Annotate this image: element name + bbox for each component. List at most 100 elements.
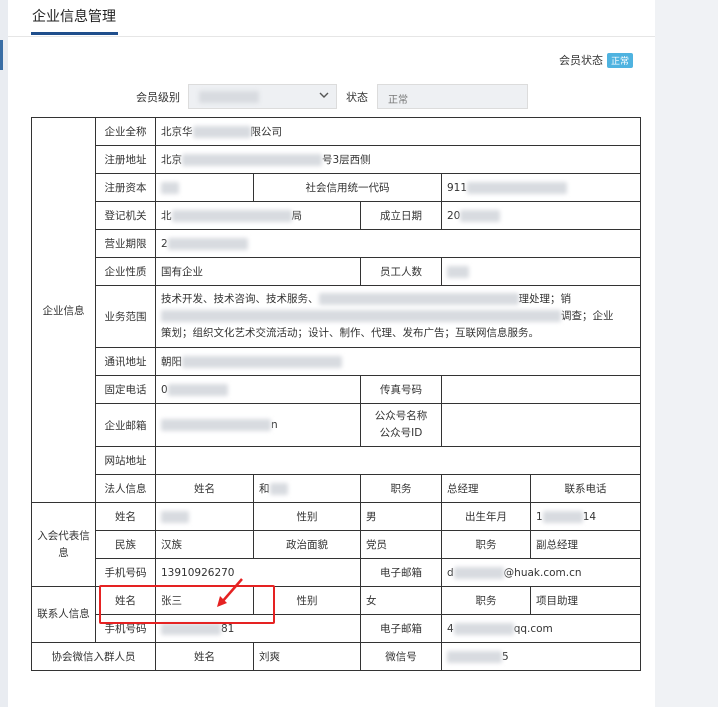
contact-title: 项目助理 xyxy=(529,586,642,615)
cell-label: 业务范围 xyxy=(95,285,156,348)
company-credit-code: 911 xyxy=(440,173,642,202)
cell-label: 通讯地址 xyxy=(95,347,156,376)
tab-bar: 企业信息管理 xyxy=(8,0,655,37)
chevron-down-icon xyxy=(318,88,330,105)
cell-label: 民族 xyxy=(95,530,156,559)
table-row: 民族 汉族 政治面貌 党员 职务 副总经理 xyxy=(32,530,642,559)
highlight-box xyxy=(99,585,275,624)
cell-label: 手机号码 xyxy=(95,558,156,587)
cell-label: 性别 xyxy=(253,502,361,531)
section-label-contact: 联系人信息 xyxy=(31,586,96,643)
cell-label: 职务 xyxy=(441,530,531,559)
rep-mobile: 13910926270 xyxy=(155,558,361,587)
section-label-company: 企业信息 xyxy=(31,117,96,503)
cell-label: 固定电话 xyxy=(95,375,156,404)
rep-political: 党员 xyxy=(360,530,442,559)
cell-label: 企业性质 xyxy=(95,257,156,286)
right-background xyxy=(655,0,718,707)
company-term: 2 xyxy=(154,229,642,258)
wechat-id: 5 xyxy=(440,642,642,671)
company-founded: 20 xyxy=(440,201,642,230)
member-level-label: 会员级别 xyxy=(136,91,180,104)
cell-label: 成立日期 xyxy=(360,201,442,230)
company-scope: 技术开发、技术咨询、技术服务、 理处理；销 调查；企业 策划；组织文化艺术交流活动… xyxy=(154,285,642,348)
company-capital xyxy=(155,173,254,202)
rep-title: 副总经理 xyxy=(529,530,642,559)
table-row: 企业性质 国有企业 员工人数 xyxy=(32,257,642,286)
state-label: 状态 xyxy=(346,91,368,104)
rep-ethnic: 汉族 xyxy=(155,530,254,559)
company-fax xyxy=(440,375,642,404)
table-row: 企业信息 企业全称 北京华 限公司 xyxy=(31,117,642,503)
cell-label: 姓名 xyxy=(155,474,254,503)
cell-label: 传真号码 xyxy=(360,375,442,404)
cell-label: 电子邮箱 xyxy=(360,558,442,587)
table-row: 营业期限 2 xyxy=(32,229,642,258)
company-wechat-public xyxy=(440,403,642,447)
sidebar-active-marker xyxy=(0,40,3,70)
section-label-wechat: 协会微信入群人员 xyxy=(31,642,156,671)
cell-label: 登记机关 xyxy=(95,201,156,230)
company-authority: 北局 xyxy=(155,201,361,230)
section-label-rep: 入会代表信息 xyxy=(31,502,96,587)
cell-label: 姓名 xyxy=(95,502,156,531)
contact-email: 4 qq.com xyxy=(440,614,642,643)
cell-label: 企业全称 xyxy=(95,117,156,146)
state-value: 正常 xyxy=(388,95,408,106)
company-staff xyxy=(440,257,642,286)
member-level-select[interactable] xyxy=(188,84,337,109)
member-status: 会员状态 正常 xyxy=(559,52,633,68)
main-panel: 企业信息管理 会员状态 正常 会员级别 状态 正常 企业信息 企业全称 北京华限… xyxy=(8,0,655,707)
company-mail-address: 朝阳 xyxy=(154,347,642,376)
rep-name xyxy=(155,502,254,531)
tab-active-underline xyxy=(31,32,118,35)
cell-label: 注册资本 xyxy=(95,173,156,202)
company-website xyxy=(154,446,642,475)
cell-label: 电子邮箱 xyxy=(360,614,442,643)
table-row: 固定电话 0 传真号码 xyxy=(32,375,642,404)
company-phone: 0 xyxy=(155,375,361,404)
state-field[interactable]: 正常 xyxy=(377,84,528,109)
wechat-name: 刘爽 xyxy=(253,642,361,671)
table-row: 网站地址 xyxy=(32,446,642,475)
contact-gender: 女 xyxy=(360,586,442,615)
rep-email: d @huak.com.cn xyxy=(440,558,642,587)
table-row: 注册地址 北京 号3层西侧 xyxy=(32,145,642,174)
cell-label: 出生年月 xyxy=(441,502,531,531)
annotation-arrow-icon xyxy=(217,578,243,607)
cell-label: 职务 xyxy=(441,586,531,615)
table-row: 登记机关 北局 成立日期 20 xyxy=(32,201,642,230)
filter-row: 会员级别 状态 正常 xyxy=(8,83,655,109)
legal-title: 总经理 xyxy=(441,474,531,503)
cell-label: 网站地址 xyxy=(95,446,156,475)
cell-label: 联系电话 xyxy=(529,474,642,503)
tab-company-info[interactable]: 企业信息管理 xyxy=(32,6,116,26)
company-address: 北京 号3层西侧 xyxy=(154,145,642,174)
rep-gender: 男 xyxy=(360,502,442,531)
cell-label: 微信号 xyxy=(360,642,442,671)
rep-birth: 1 14 xyxy=(529,502,642,531)
table-row: 入会代表信息 姓名 性别男出生年月 1 14 xyxy=(31,502,642,587)
member-status-label: 会员状态 xyxy=(558,54,603,67)
cell-label: 企业邮箱 xyxy=(95,403,156,447)
table-row: 法人信息 姓名 和 职务 总经理 联系电话 1215 xyxy=(32,474,642,503)
cell-label: 注册地址 xyxy=(95,145,156,174)
cell-label: 政治面貌 xyxy=(253,530,361,559)
table-row: 业务范围 技术开发、技术咨询、技术服务、 理处理；销 调查；企业 策划；组织文化艺… xyxy=(32,285,642,348)
table-row: 通讯地址 朝阳 xyxy=(32,347,642,376)
cell-label: 社会信用统一代码 xyxy=(253,173,442,202)
legal-name: 和 xyxy=(253,474,361,503)
cell-label: 姓名 xyxy=(155,642,254,671)
company-nature: 国有企业 xyxy=(155,257,361,286)
table-row: 手机号码 13910926270 电子邮箱 d @huak.com.cn xyxy=(32,558,642,587)
status-badge: 正常 xyxy=(606,52,633,68)
cell-label: 职务 xyxy=(360,474,442,503)
cell-label: 公众号名称 公众号ID xyxy=(360,403,442,447)
company-email: n xyxy=(155,403,361,447)
table-row: 企业邮箱 n 公众号名称 公众号ID xyxy=(32,403,642,447)
section-label-legal: 法人信息 xyxy=(95,474,156,503)
member-level-value xyxy=(199,90,259,103)
table-row: 注册资本 社会信用统一代码 911 xyxy=(32,173,642,202)
cell-label: 营业期限 xyxy=(95,229,156,258)
cell-label: 员工人数 xyxy=(360,257,442,286)
